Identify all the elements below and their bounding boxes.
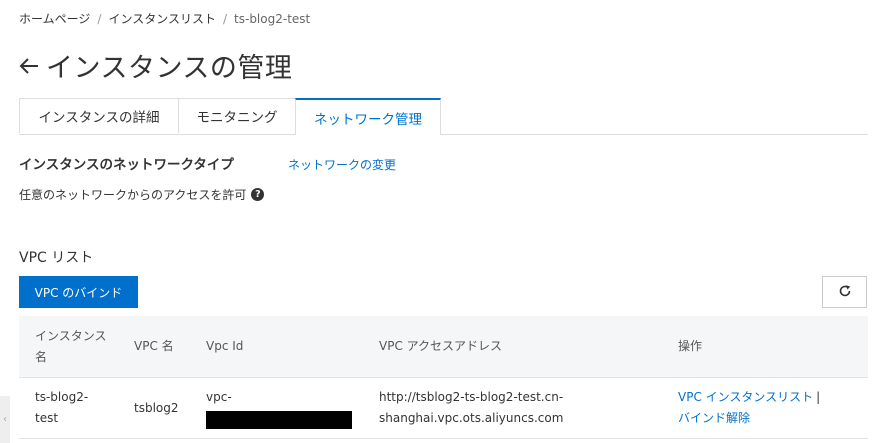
- vpc-id-prefix: vpc-: [206, 390, 232, 404]
- page-title: インスタンスの管理: [46, 53, 293, 84]
- tab-network-management[interactable]: ネットワーク管理: [295, 98, 441, 135]
- chevron-left-icon: ‹: [3, 414, 7, 425]
- actions-cell: VPC インスタンスリスト | バインド解除: [678, 378, 858, 438]
- network-change-link[interactable]: ネットワークの変更: [288, 156, 396, 173]
- breadcrumb: ホームページ / インスタンスリスト / ts-blog2-test: [19, 10, 310, 27]
- refresh-icon: [838, 283, 852, 302]
- tab-bar: インスタンスの詳細 モニタニング ネットワーク管理: [19, 98, 868, 135]
- table-row: ts-blog2-test tsblog2 vpc- http://tsblog…: [19, 378, 868, 439]
- column-header-vpc-id: Vpc Id: [206, 339, 244, 353]
- table-header: インスタンス名 VPC 名 Vpc Id VPC アクセスアドレス 操作: [19, 316, 868, 378]
- network-type-label: インスタンスのネットワークタイプ: [19, 157, 234, 173]
- vpc-instance-list-link[interactable]: VPC インスタンスリスト: [678, 390, 813, 404]
- arrow-left-icon[interactable]: [18, 55, 40, 77]
- vpc-table: インスタンス名 VPC 名 Vpc Id VPC アクセスアドレス 操作 ts-…: [19, 316, 868, 439]
- vpc-name-cell: tsblog2: [134, 400, 179, 415]
- column-header-vpc-name: VPC 名: [134, 339, 174, 353]
- breadcrumb-separator: /: [222, 12, 228, 26]
- action-separator: |: [816, 390, 821, 404]
- breadcrumb-separator: /: [97, 12, 102, 26]
- redacted-block: [206, 411, 352, 429]
- instance-name-cell: ts-blog2-test: [35, 390, 89, 425]
- access-address-cell: http://tsblog2-ts-blog2-test.cn-shanghai…: [379, 390, 564, 425]
- breadcrumb-home-link[interactable]: ホームページ: [19, 12, 90, 26]
- column-header-access-address: VPC アクセスアドレス: [379, 339, 503, 353]
- tab-instance-details[interactable]: インスタンスの詳細: [19, 98, 179, 133]
- column-header-actions: 操作: [678, 339, 703, 353]
- refresh-button[interactable]: [822, 276, 867, 308]
- column-header-instance-name: インスタンス名: [35, 328, 107, 364]
- tab-monitoring[interactable]: モニタニング: [178, 98, 296, 133]
- access-text: 任意のネットワークからのアクセスを許可: [19, 188, 247, 202]
- bind-vpc-button[interactable]: VPC のバインド: [19, 276, 138, 308]
- collapse-sidebar-handle[interactable]: ‹: [0, 396, 10, 443]
- breadcrumb-current: ts-blog2-test: [234, 12, 311, 26]
- breadcrumb-instance-list-link[interactable]: インスタンスリスト: [108, 12, 216, 26]
- vpc-list-heading: VPC リスト: [19, 250, 94, 266]
- access-setting: 任意のネットワークからのアクセスを許可 ?: [19, 186, 265, 203]
- question-circle-icon[interactable]: ?: [251, 188, 265, 201]
- title-row: インスタンスの管理: [18, 46, 292, 85]
- vpc-id-cell: vpc-: [206, 378, 366, 438]
- unbind-link[interactable]: バインド解除: [678, 411, 750, 425]
